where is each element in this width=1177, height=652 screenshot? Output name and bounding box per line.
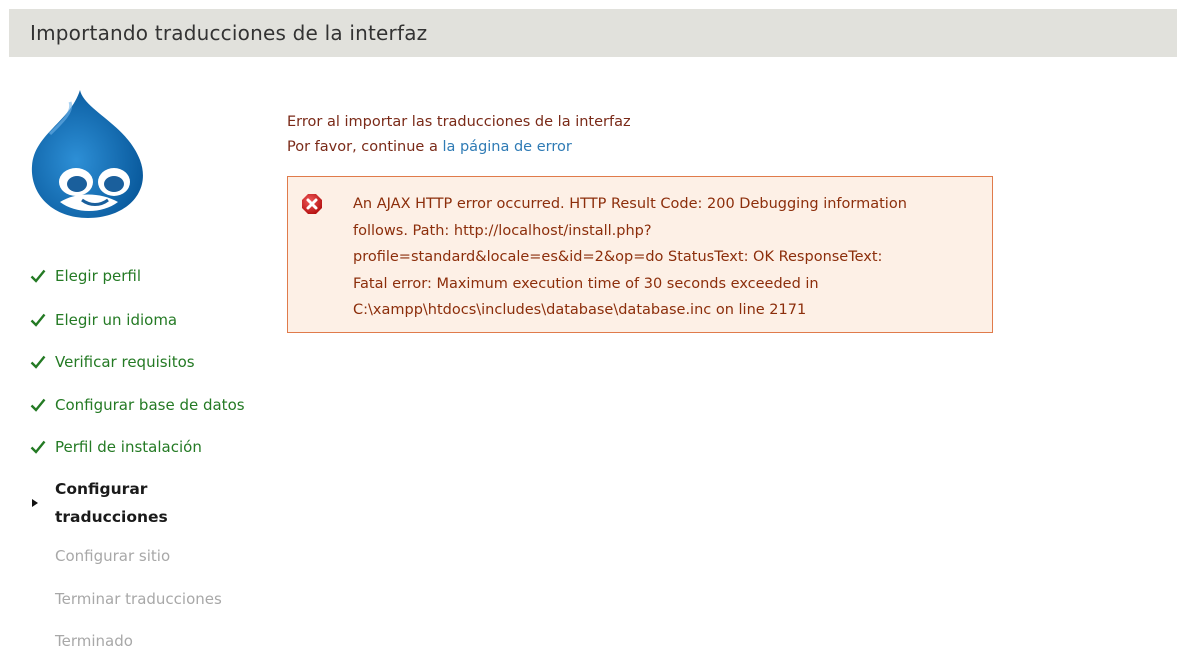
checkmark-icon xyxy=(30,351,55,373)
checkmark-icon xyxy=(30,436,55,458)
error-line: Fatal error: Maximum execution time of 3… xyxy=(353,275,819,292)
step-label: Configurar traducciones xyxy=(55,475,168,531)
step-label: Configurar base de datos xyxy=(55,396,245,414)
drupal-drop-icon xyxy=(31,90,143,218)
checkmark-icon xyxy=(30,309,55,331)
error-line: C:\xampp\htdocs\includes\database\databa… xyxy=(353,302,807,318)
step-terminar-traducciones: Terminar traducciones xyxy=(30,588,222,610)
drupal-logo xyxy=(30,88,146,220)
error-title: Error al importar las traducciones de la… xyxy=(287,114,631,130)
step-elegir-perfil: Elegir perfil xyxy=(30,265,141,287)
step-label: Perfil de instalación xyxy=(55,438,202,456)
continue-prefix: Por favor, continue a xyxy=(287,139,438,155)
error-page-link[interactable]: la página de error xyxy=(442,139,571,155)
step-configurar-base-de-datos: Configurar base de datos xyxy=(30,394,245,416)
step-terminado: Terminado xyxy=(30,630,133,652)
step-label-line1: Configurar xyxy=(55,480,148,498)
continue-message: Por favor, continue a la página de error xyxy=(287,135,997,160)
main-content: Error al importar las traducciones de la… xyxy=(287,110,997,333)
step-verificar-requisitos: Verificar requisitos xyxy=(30,351,195,373)
step-label: Elegir un idioma xyxy=(55,311,178,329)
error-line: follows. Path: http://localhost/install.… xyxy=(353,222,652,239)
step-label: Verificar requisitos xyxy=(55,353,195,371)
error-line: profile=standard&locale=es&id=2&op=do St… xyxy=(353,249,883,265)
step-label: Configurar sitio xyxy=(55,547,171,565)
error-line: An AJAX HTTP error occurred. HTTP Result… xyxy=(353,196,907,212)
step-label: Elegir perfil xyxy=(55,267,142,285)
page-title: Importando traducciones de la interfaz xyxy=(30,21,428,45)
error-message-box: An AJAX HTTP error occurred. HTTP Result… xyxy=(287,176,993,333)
step-label: Terminado xyxy=(55,632,133,650)
page-header: Importando traducciones de la interfaz xyxy=(9,9,1177,57)
step-label: Terminar traducciones xyxy=(55,590,222,608)
triangle-right-icon xyxy=(30,489,55,517)
checkmark-icon xyxy=(30,265,55,287)
step-configurar-traducciones: Configurar traducciones xyxy=(30,475,168,531)
step-configurar-sitio: Configurar sitio xyxy=(30,545,170,567)
step-elegir-idioma: Elegir un idioma xyxy=(30,309,177,331)
error-x-icon xyxy=(301,193,323,215)
step-label-line2: traducciones xyxy=(55,508,168,526)
step-perfil-de-instalacion: Perfil de instalación xyxy=(30,436,202,458)
checkmark-icon xyxy=(30,394,55,416)
